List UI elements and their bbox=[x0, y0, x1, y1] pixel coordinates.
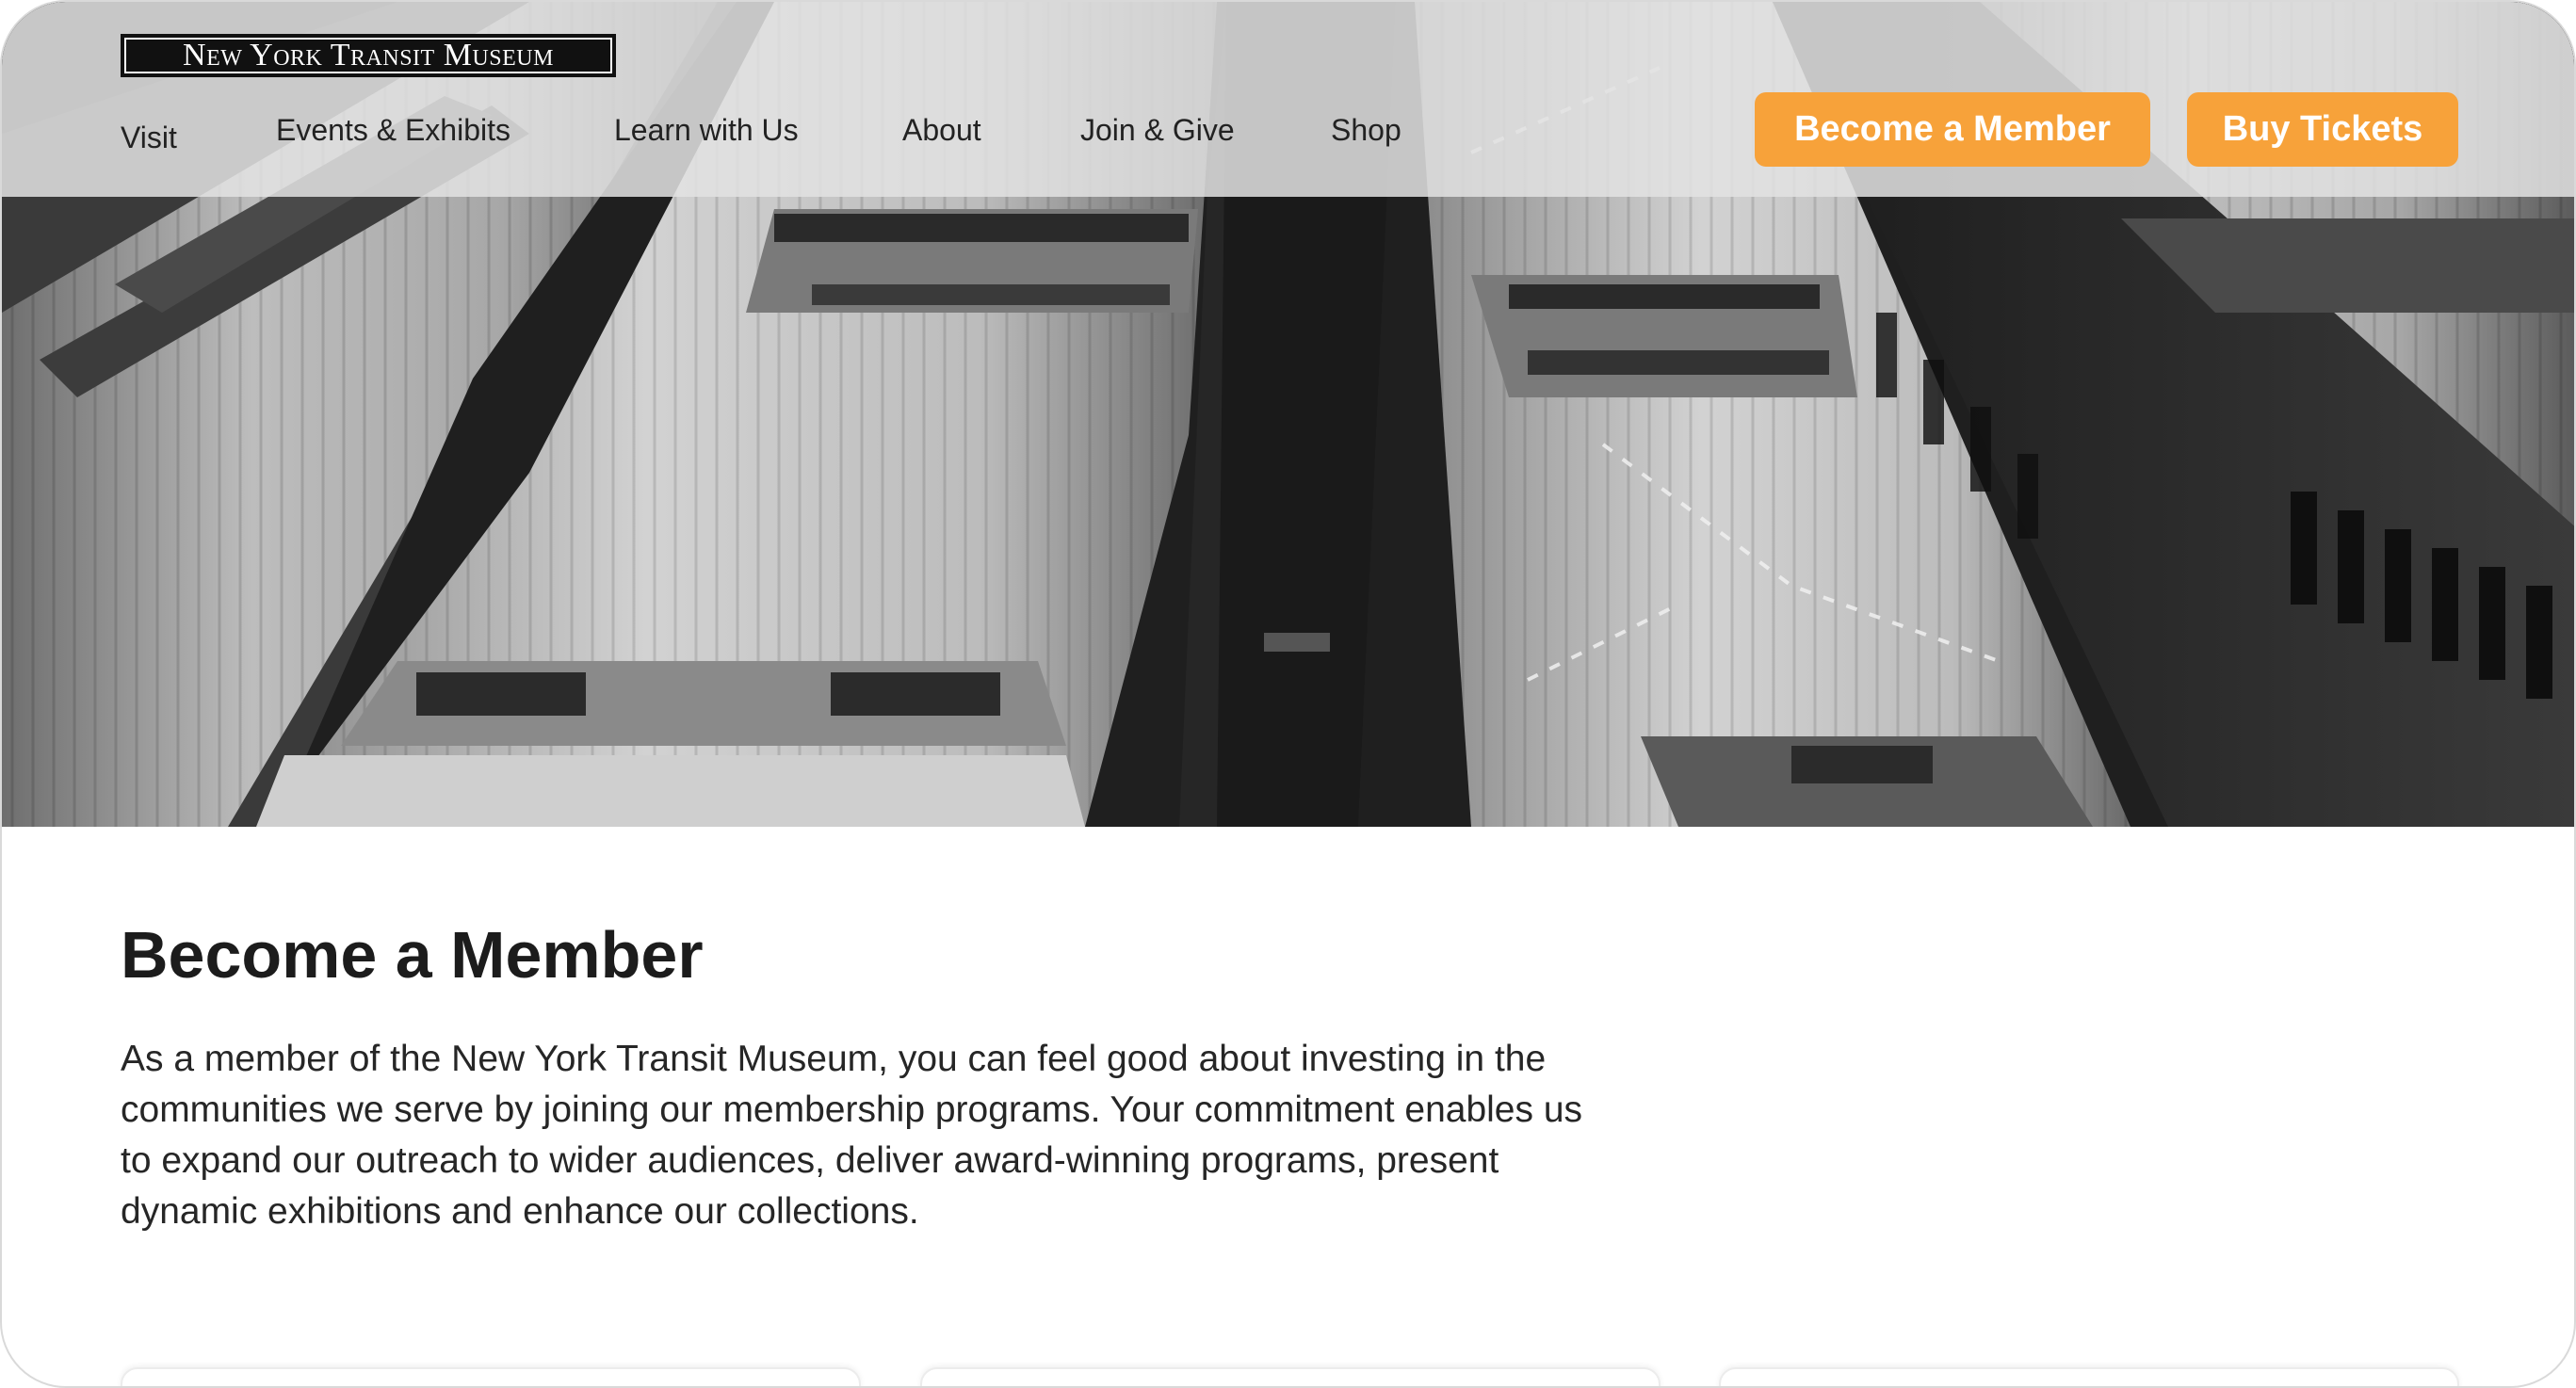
become-member-button[interactable]: Become a Member bbox=[1755, 92, 2150, 167]
buy-tickets-button[interactable]: Buy Tickets bbox=[2187, 92, 2458, 167]
site-header: New York Transit Museum Visit Events & E… bbox=[2, 2, 2574, 197]
membership-description: As a member of the New York Transit Muse… bbox=[121, 1039, 1583, 1232]
page-title: Become a Member bbox=[121, 918, 704, 992]
browser-window: New York Transit Museum Visit Events & E… bbox=[0, 0, 2576, 1388]
nav-item-visit[interactable]: Visit bbox=[121, 121, 177, 155]
membership-card[interactable] bbox=[121, 1367, 861, 1386]
nav-item-events-exhibits[interactable]: Events & Exhibits bbox=[276, 113, 510, 148]
membership-card[interactable] bbox=[1719, 1367, 2459, 1386]
nav-item-about[interactable]: About bbox=[902, 113, 981, 148]
museum-logo[interactable]: New York Transit Museum bbox=[121, 34, 616, 77]
nav-item-learn-with-us[interactable]: Learn with Us bbox=[614, 113, 799, 148]
membership-card[interactable] bbox=[920, 1367, 1661, 1386]
nav-item-join-give[interactable]: Join & Give bbox=[1080, 113, 1235, 148]
logo-text: New York Transit Museum bbox=[183, 38, 554, 73]
nav-item-shop[interactable]: Shop bbox=[1331, 113, 1401, 148]
